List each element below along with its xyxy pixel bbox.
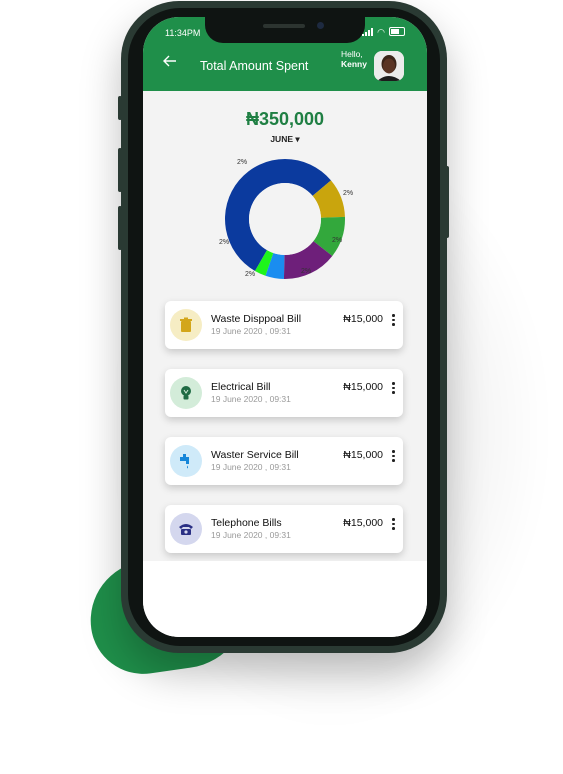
- more-options-icon[interactable]: [392, 314, 395, 326]
- caret-down-icon: ▾: [295, 134, 300, 144]
- status-icons: ◠: [362, 27, 405, 36]
- app-header: 11:34PM ◠ Total Amount Spent Hello, Kenn…: [143, 17, 427, 91]
- bill-date: 19 June 2020 , 09:31: [211, 530, 291, 540]
- bill-card[interactable]: Waster Service Bill 19 June 2020 , 09:31…: [165, 437, 403, 485]
- bill-card[interactable]: Telephone Bills 19 June 2020 , 09:31 ₦15…: [165, 505, 403, 553]
- content-area: ₦350,000 JUNE ▾ 2% 2% 2% 2% 2% 2% Waste …: [143, 91, 427, 561]
- segment-label-6: 2%: [219, 239, 230, 246]
- segment-label-5: 2%: [245, 271, 256, 278]
- segment-label-3: 2%: [332, 237, 343, 244]
- telephone-icon: [170, 513, 202, 545]
- more-options-icon[interactable]: [392, 518, 395, 530]
- month-selector[interactable]: JUNE ▾: [143, 134, 427, 145]
- battery-icon: [389, 27, 405, 36]
- phone-screen: 11:34PM ◠ Total Amount Spent Hello, Kenn…: [143, 17, 427, 637]
- light-bulb-icon: [170, 377, 202, 409]
- bill-card[interactable]: Electrical Bill 19 June 2020 , 09:31 ₦15…: [165, 369, 403, 417]
- bill-name: Waste Disppoal Bill: [211, 313, 302, 325]
- bill-name: Electrical Bill: [211, 381, 271, 393]
- bill-name: Waster Service Bill: [211, 449, 299, 461]
- back-arrow-icon[interactable]: [163, 55, 177, 70]
- user-greeting: Hello, Kenny: [341, 49, 367, 69]
- bill-amount: ₦15,000: [343, 449, 383, 461]
- front-camera: [317, 22, 324, 29]
- bill-name: Telephone Bills: [211, 517, 282, 529]
- page-title: Total Amount Spent: [200, 59, 309, 73]
- more-options-icon[interactable]: [392, 450, 395, 462]
- spending-donut-chart: 2% 2% 2% 2% 2% 2%: [203, 157, 363, 287]
- more-options-icon[interactable]: [392, 382, 395, 394]
- trash-bin-icon: [170, 309, 202, 341]
- bill-amount: ₦15,000: [343, 313, 383, 325]
- avatar[interactable]: [374, 51, 404, 81]
- status-bar: 11:34PM ◠: [143, 17, 427, 43]
- speaker-grille: [263, 24, 305, 28]
- phone-volume-up-button: [118, 148, 122, 192]
- total-amount: ₦350,000: [245, 109, 325, 129]
- bill-date: 19 June 2020 , 09:31: [211, 462, 291, 472]
- phone-mute-switch: [118, 96, 122, 120]
- phone-notch: [205, 17, 365, 43]
- bill-amount: ₦15,000: [343, 517, 383, 529]
- user-name: Kenny: [341, 59, 367, 69]
- signal-icon: [362, 27, 374, 36]
- water-tap-icon: [170, 445, 202, 477]
- greeting-text: Hello,: [341, 49, 363, 59]
- segment-label-2: 2%: [343, 190, 354, 197]
- empty-bottom-area: [143, 561, 427, 637]
- bill-date: 19 June 2020 , 09:31: [211, 326, 291, 336]
- phone-power-button: [445, 166, 449, 238]
- wifi-icon: ◠: [377, 26, 385, 37]
- bill-date: 19 June 2020 , 09:31: [211, 394, 291, 404]
- donut-hole: [249, 183, 321, 255]
- month-label: JUNE: [270, 134, 294, 144]
- bill-amount: ₦15,000: [343, 381, 383, 393]
- segment-label-1: 2%: [237, 159, 248, 166]
- phone-volume-down-button: [118, 206, 122, 250]
- segment-label-4: 2%: [301, 268, 312, 275]
- status-time: 11:34PM: [165, 28, 201, 38]
- bill-card[interactable]: Waste Disppoal Bill 19 June 2020 , 09:31…: [165, 301, 403, 349]
